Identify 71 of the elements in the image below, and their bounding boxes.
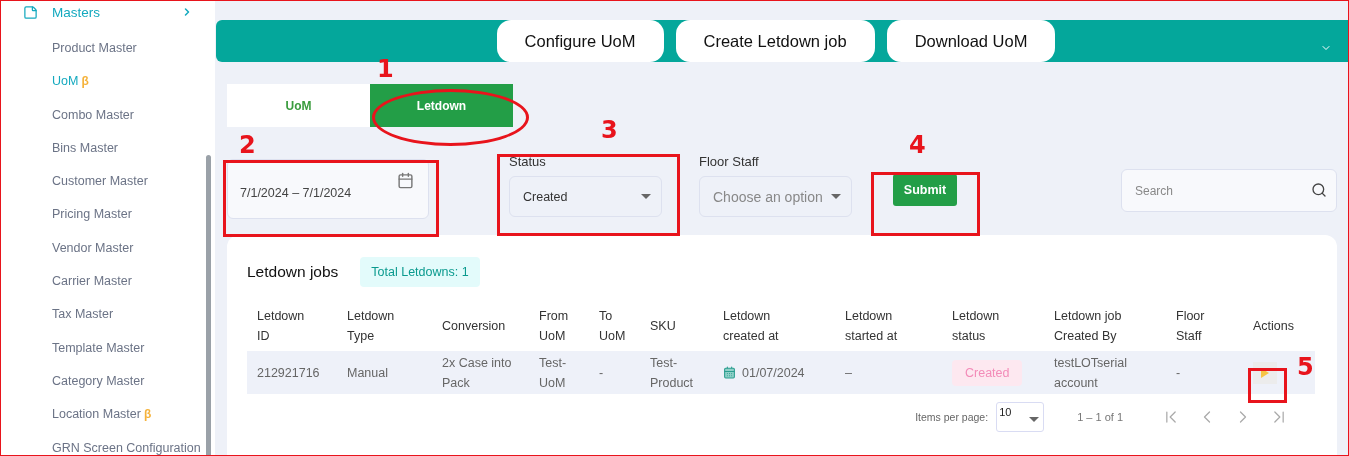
sidebar-item[interactable]: Tax Master [52, 307, 114, 322]
sidebar-item[interactable]: Category Master [52, 373, 145, 388]
page-range: 1 – 1 of 1 [1077, 411, 1123, 423]
sidebar-item[interactable]: Location Master [52, 407, 141, 422]
status-select[interactable]: Created [509, 176, 662, 217]
date-range-field[interactable]: 7/1/2024 – 7/1/2024 [227, 159, 429, 219]
submit-button[interactable]: Submit [893, 174, 957, 206]
sidebar-item[interactable]: Combo Master [52, 107, 134, 122]
caret-icon [641, 194, 651, 199]
floor-staff-select[interactable]: Choose an option [699, 176, 852, 217]
sidebar-item[interactable]: UoM [52, 74, 79, 89]
column-header: Letdown ID [257, 308, 306, 345]
table-cell: Manual [347, 365, 388, 380]
annotation-number: 4 [909, 131, 926, 159]
search-icon[interactable] [1311, 182, 1327, 198]
sidebar-section[interactable]: Masters [52, 4, 181, 20]
status-chip: Created [952, 359, 1023, 386]
total-badge: Total Letdowns: 1 [360, 257, 480, 287]
beta-label: β [81, 74, 89, 89]
table-cell: - [599, 365, 604, 380]
column-header: Letdown job Created By [1054, 308, 1123, 345]
column-header: From UoM [539, 308, 570, 345]
column-header: Letdown created at [723, 308, 780, 345]
table-cell: 212921716 [257, 365, 320, 380]
calendar-icon [723, 366, 736, 379]
sidebar-item[interactable]: Pricing Master [52, 207, 132, 222]
table-cell: 2x Case into Pack [442, 355, 512, 390]
sidebar-item[interactable]: Carrier Master [52, 274, 132, 289]
items-per-page-select[interactable]: 10 [996, 402, 1045, 432]
sidebar-item[interactable]: Bins Master [52, 140, 118, 155]
column-header: To UoM [599, 308, 627, 345]
sidebar-item[interactable]: Template Master [52, 340, 145, 355]
column-header: Floor Staff [1176, 308, 1206, 345]
table-cell: – [845, 365, 852, 380]
header-button[interactable]: Download UoM [886, 20, 1056, 62]
play-button[interactable] [1253, 361, 1277, 384]
column-header: Letdown status [952, 308, 1001, 345]
table-cell-text: 01/07/2024 [742, 364, 805, 382]
table-cell: Test-UoM [539, 355, 567, 390]
field-label: Floor Staff [699, 154, 760, 168]
annotation-number: 1 [377, 55, 394, 83]
table-cell: - [1176, 365, 1181, 380]
search-field[interactable]: Search [1121, 169, 1337, 212]
annotation-number: 3 [601, 116, 618, 144]
annotation-number: 5 [1297, 353, 1314, 381]
sidebar-item[interactable]: Customer Master [52, 174, 148, 189]
tab[interactable]: UoM [227, 84, 370, 127]
caret-icon [1029, 417, 1040, 422]
calendar-icon[interactable] [397, 172, 414, 189]
sidebar-item[interactable]: Vendor Master [52, 240, 134, 255]
header-button[interactable]: Create Letdown job [675, 20, 875, 62]
header-button[interactable]: Configure UoM [496, 20, 664, 62]
tab[interactable]: Letdown [370, 84, 513, 127]
caret-icon [831, 194, 841, 199]
scrollbar[interactable] [206, 155, 211, 455]
sidebar-item[interactable]: GRN Screen Configuration [52, 440, 201, 455]
column-header: Conversion [442, 318, 507, 335]
column-header: Actions [1253, 318, 1295, 335]
card-title: Letdown jobs [247, 263, 339, 281]
column-header: Letdown started at [845, 308, 899, 345]
field-label: Status [509, 154, 547, 168]
table-cell: Test-Product [650, 355, 694, 390]
items-per-page-label: Items per page: [915, 411, 989, 423]
annotation-frame [1248, 368, 1287, 403]
column-header: SKU [650, 318, 677, 335]
table-cell: testLOTserial account [1054, 355, 1127, 390]
note-icon [23, 4, 38, 20]
column-header: Letdown Type [347, 308, 396, 345]
annotation-number: 2 [239, 131, 256, 159]
beta-label: β [143, 407, 152, 422]
sidebar-item[interactable]: Product Master [52, 41, 137, 55]
